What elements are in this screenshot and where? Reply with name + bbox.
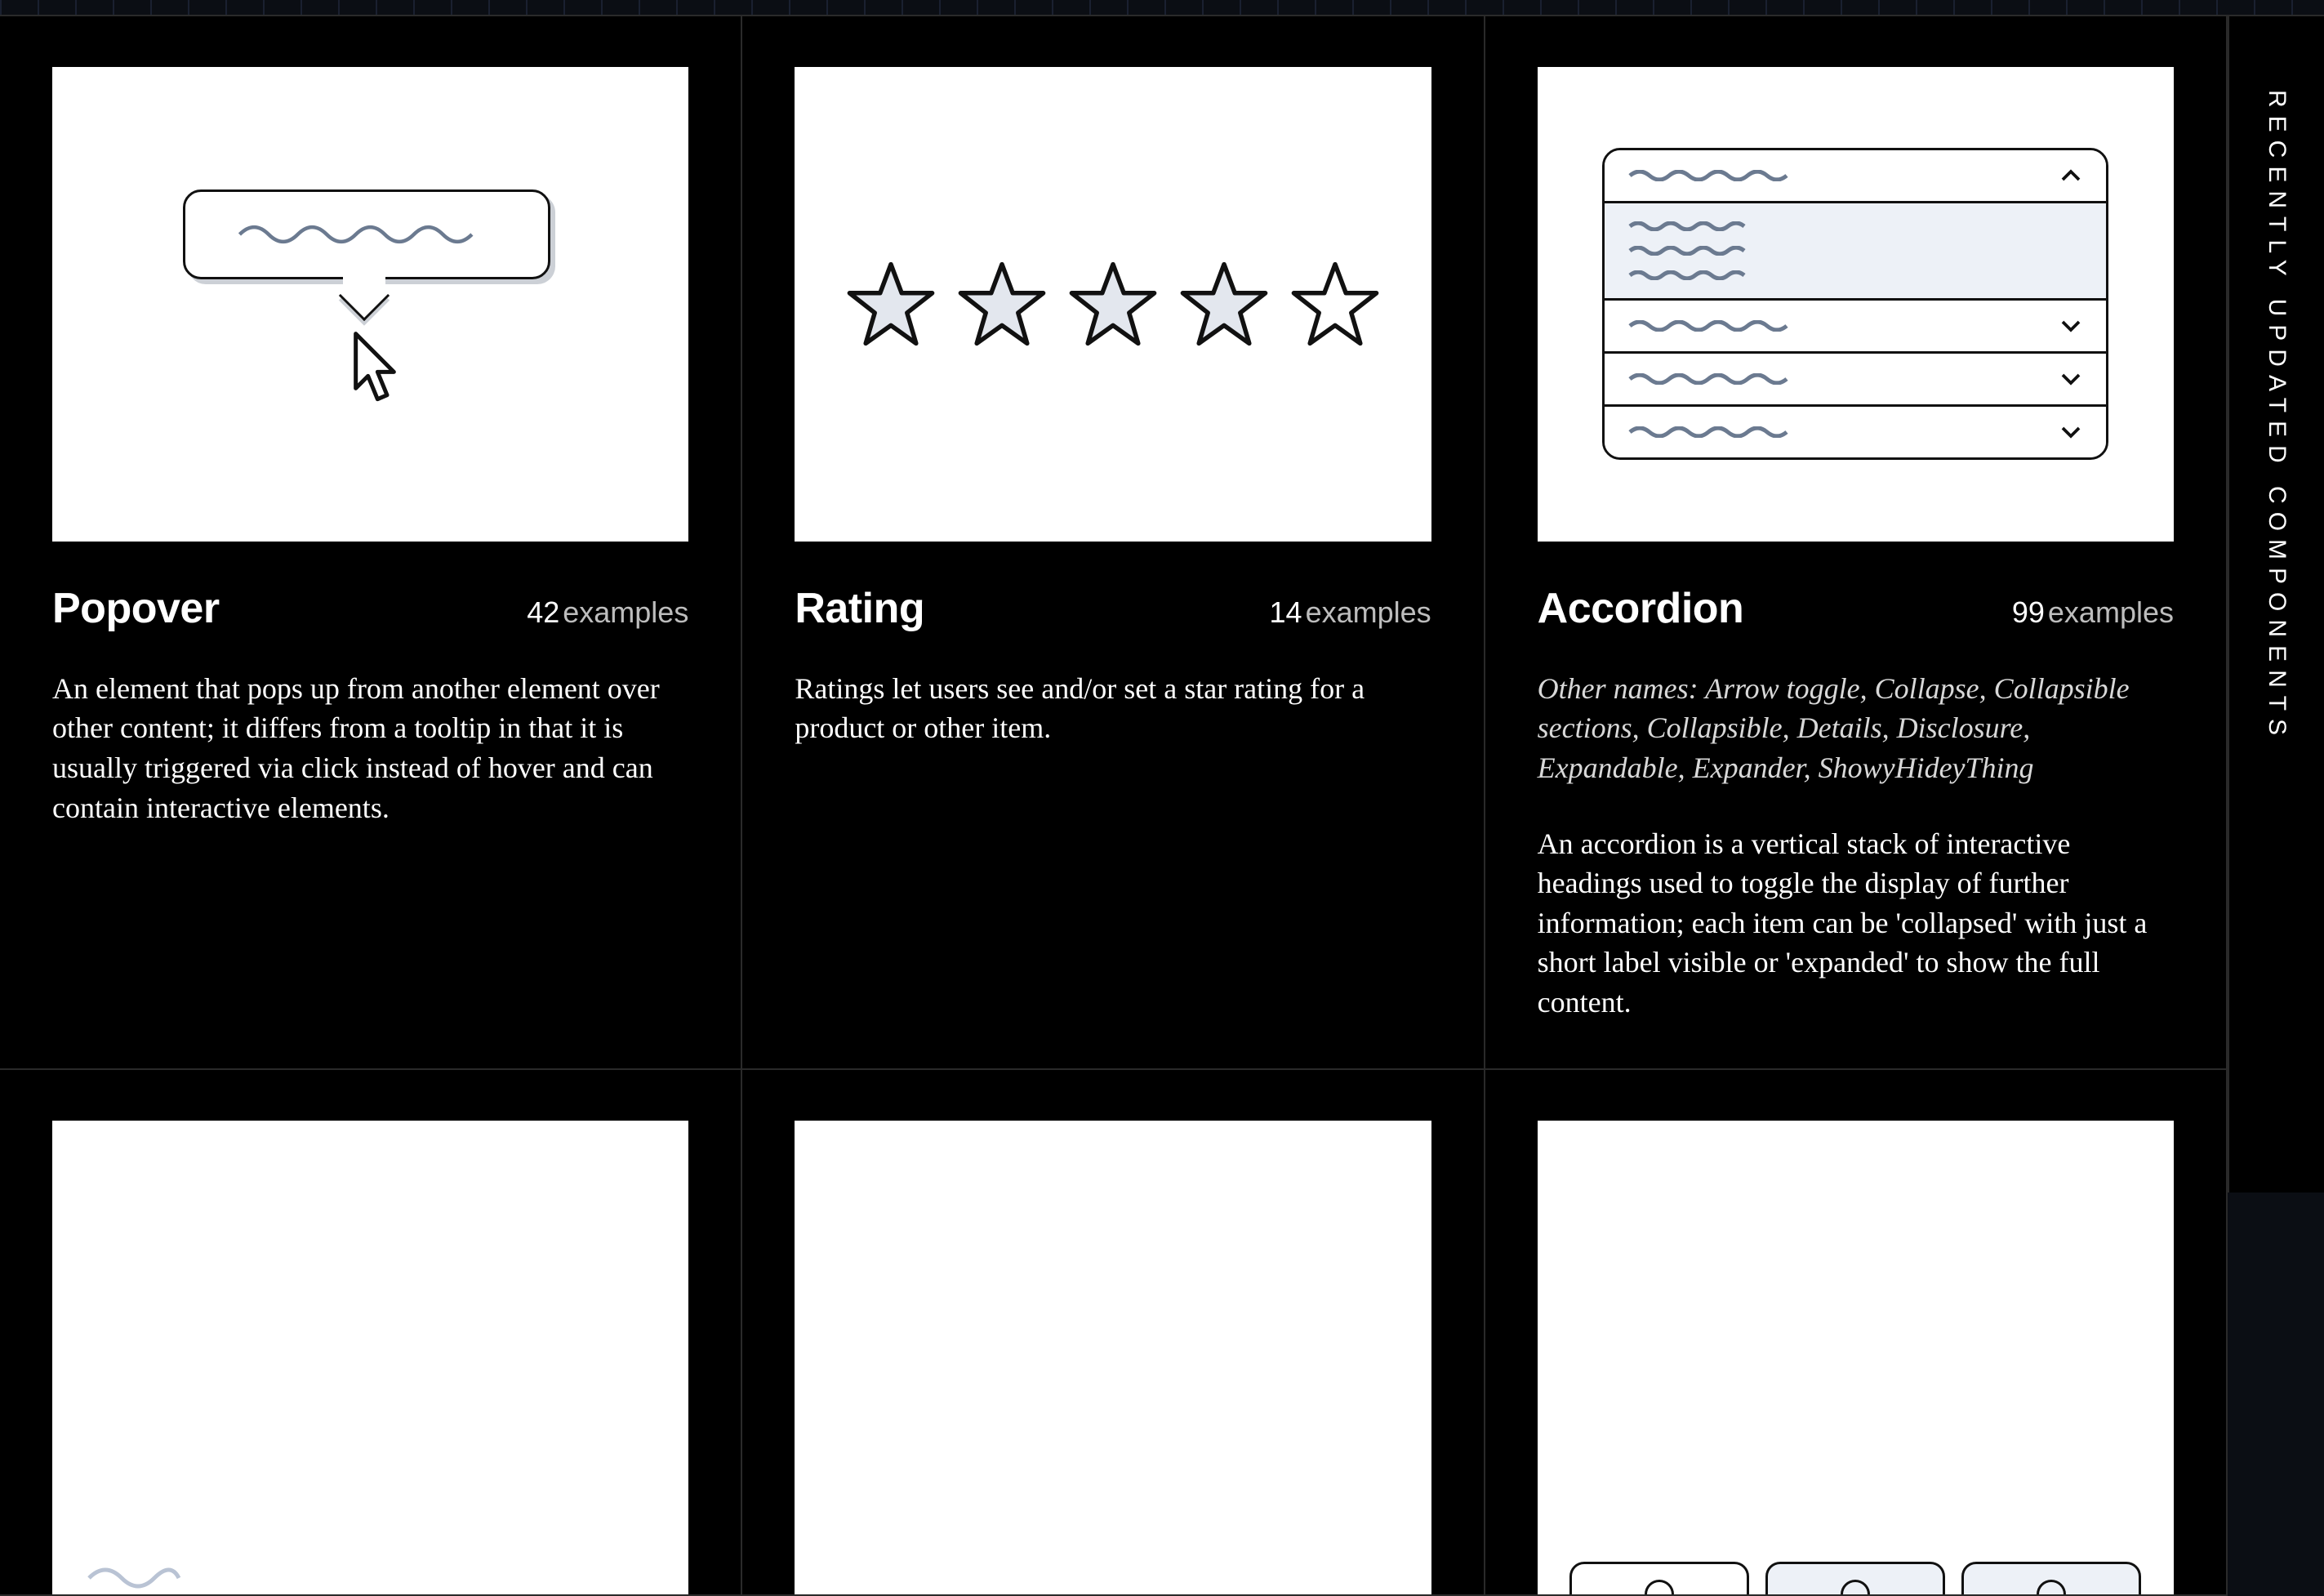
squiggle-icon (1627, 246, 1750, 256)
squiggle-icon (1627, 221, 1750, 231)
cursor-icon (346, 328, 403, 410)
squiggle-icon (1627, 373, 1791, 385)
sidebar-recently-updated[interactable]: RECENTLY UPDATED COMPONENTS (2228, 15, 2324, 1193)
component-card-popover[interactable]: Popover 42examples An element that pops … (0, 16, 742, 1070)
preview-popover (52, 67, 688, 542)
star-icon (957, 259, 1047, 349)
card-description: Ratings let users see and/or set a star … (795, 669, 1418, 748)
squiggle-icon (1627, 270, 1750, 280)
chevron-up-icon (2059, 163, 2083, 188)
component-card-accordion[interactable]: Accordion 99examples Other names: Arrow … (1485, 16, 2228, 1070)
segment-item-illustration (1961, 1562, 2141, 1594)
card-description: An element that pops up from another ele… (52, 669, 676, 827)
star-icon (846, 259, 936, 349)
star-icon (1068, 259, 1158, 349)
popover-bubble-illustration (183, 189, 550, 279)
preview-partial (795, 1121, 1431, 1595)
component-card-rating[interactable]: Rating 14examples Ratings let users see … (742, 16, 1485, 1070)
card-title: Accordion (1538, 584, 1744, 633)
chevron-down-icon (2059, 314, 2083, 338)
card-other-names: Other names: Arrow toggle, Collapse, Col… (1538, 669, 2174, 788)
chevron-down-icon (2059, 367, 2083, 391)
card-description: An accordion is a vertical stack of inte… (1538, 824, 2161, 1023)
example-count: 99examples (2012, 595, 2174, 630)
card-title: Popover (52, 584, 220, 633)
squiggle-icon (1627, 320, 1791, 332)
preview-accordion (1538, 67, 2174, 542)
preview-partial (52, 1121, 688, 1595)
example-count: 14examples (1270, 595, 1431, 630)
component-card-partial[interactable] (742, 1070, 1485, 1596)
segment-item-illustration (1569, 1562, 1749, 1594)
squiggle-icon (1627, 426, 1791, 438)
segment-item-illustration (1765, 1562, 1945, 1594)
squiggle-icon (85, 1562, 183, 1594)
sidebar-label: RECENTLY UPDATED COMPONENTS (2263, 90, 2291, 743)
squiggle-icon (236, 222, 497, 247)
chevron-down-icon (2059, 420, 2083, 444)
example-count: 42examples (527, 595, 688, 630)
squiggle-icon (1627, 170, 1791, 181)
star-icon (1179, 259, 1269, 349)
card-title: Rating (795, 584, 924, 633)
component-card-partial[interactable] (0, 1070, 742, 1596)
component-card-partial[interactable] (1485, 1070, 2228, 1596)
preview-rating (795, 67, 1431, 542)
star-outline-icon (1290, 259, 1380, 349)
preview-partial (1538, 1121, 2174, 1595)
component-grid: Popover 42examples An element that pops … (0, 15, 2228, 1193)
